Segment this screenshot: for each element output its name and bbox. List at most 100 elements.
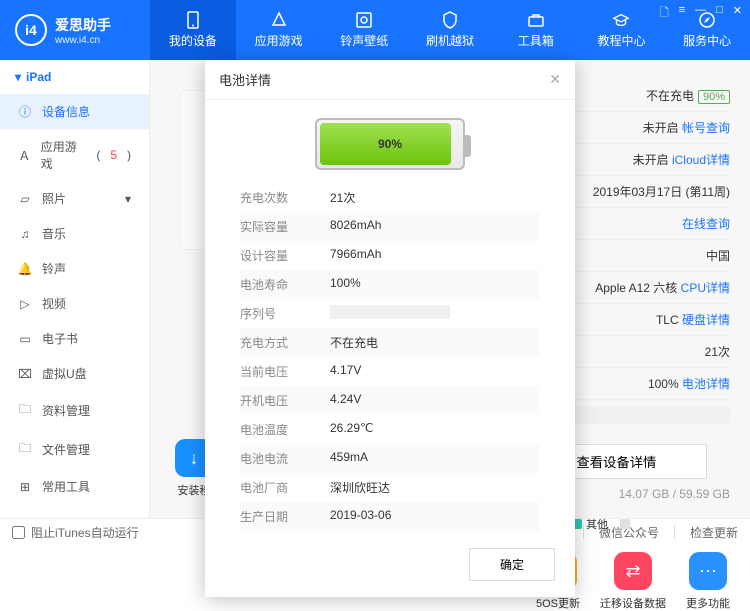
nav-tab-tutorials[interactable]: 教程中心 [579, 0, 665, 60]
minimize-icon[interactable]: — [695, 4, 706, 23]
param-label: 设计容量 [240, 247, 330, 264]
close-icon[interactable]: ✕ [549, 71, 561, 88]
shield-icon [441, 11, 459, 29]
param-value: 8026mAh [330, 218, 381, 235]
sidebar-item-ebooks[interactable]: ▭电子书 [0, 321, 149, 356]
param-row: 充电方式不在充电 [240, 328, 540, 357]
logo-area: i4 爱思助手 www.i4.cn [0, 14, 150, 46]
cpu-link[interactable]: CPU详情 [681, 281, 730, 295]
close-icon[interactable]: ✕ [733, 4, 742, 23]
more-icon: ⋯ [689, 552, 727, 590]
param-label: 实际容量 [240, 218, 330, 235]
param-label: 电池电流 [240, 450, 330, 467]
sidebar-item-data[interactable]: 🗀资料管理 [0, 391, 149, 430]
param-row: 生产日期2019-03-06 [240, 502, 540, 531]
nav-label: 服务中心 [683, 32, 731, 49]
transfer-icon: ⇄ [614, 552, 652, 590]
sidebar-item-tools[interactable]: ⊞常用工具 [0, 469, 149, 504]
param-value: 深圳欣旺达 [330, 479, 390, 496]
nav-tab-my-device[interactable]: 我的设备 [150, 0, 236, 60]
sidebar-item-udisk[interactable]: ⌧虚拟U盘 [0, 356, 149, 391]
usb-icon: ⌧ [18, 367, 32, 381]
param-row: 充电次数21次 [240, 183, 540, 212]
video-icon: ▷ [18, 297, 32, 311]
nav-tab-flash[interactable]: 刷机越狱 [407, 0, 493, 60]
nav-tab-apps[interactable]: 应用游戏 [236, 0, 322, 60]
files-icon: 🗀 [18, 439, 32, 460]
param-row: 开机电压4.24V [240, 386, 540, 415]
music-icon: ♫ [18, 227, 32, 241]
sidebar-item-videos[interactable]: ▷视频 [0, 286, 149, 321]
action-more[interactable]: ⋯更多功能 [686, 552, 730, 611]
maximize-icon[interactable]: □ [716, 4, 723, 23]
legend-swatch [620, 519, 630, 529]
param-row: 电池厂商深圳欣旺达 [240, 473, 540, 502]
chevron-down-icon: ▾ [125, 192, 131, 206]
battery-detail-modal: 电池详情 ✕ 90% 充电次数21次实际容量8026mAh设计容量7966mAh… [205, 60, 575, 597]
sidebar: ▾ iPad ⓘ设备信息 Ａ应用游戏(5) ▱照片▾ ♫音乐 🔔铃声 ▷视频 ▭… [0, 60, 150, 518]
hamburger-icon[interactable]: ≡ [679, 4, 685, 23]
param-label: 序列号 [240, 305, 330, 322]
menu-icon[interactable]: 🗋 [660, 4, 669, 23]
param-row: 电池寿命100% [240, 270, 540, 299]
account-lookup-link[interactable]: 帐号查询 [682, 121, 730, 135]
modal-title: 电池详情 [219, 70, 271, 89]
grid-icon: ⊞ [18, 480, 32, 494]
param-row: 当前电压4.17V [240, 357, 540, 386]
param-value: 4.24V [330, 392, 361, 409]
nav-tab-ringtones[interactable]: 铃声壁纸 [321, 0, 407, 60]
brand-url: www.i4.cn [55, 35, 111, 46]
brand-title: 爱思助手 [55, 15, 111, 35]
param-row: 电池电流459mA [240, 444, 540, 473]
nav-label: 工具箱 [518, 32, 554, 49]
param-label: 开机电压 [240, 392, 330, 409]
battery-badge: 90% [698, 90, 730, 104]
param-row: 序列号 [240, 299, 540, 328]
apps-icon [270, 11, 288, 29]
param-label: 电池温度 [240, 421, 330, 438]
photo-icon: ▱ [18, 192, 32, 206]
device-icon [184, 11, 202, 29]
param-value: 100% [330, 276, 361, 293]
wallpaper-icon [355, 11, 373, 29]
badge: 5 [110, 148, 117, 162]
warranty-link[interactable]: 在线查询 [682, 215, 730, 232]
app-icon: Ａ [18, 147, 31, 164]
battery-visual: 90% [205, 100, 575, 178]
nav-label: 铃声壁纸 [340, 32, 388, 49]
battery-percent: 90% [317, 120, 463, 168]
sidebar-item-ringtones[interactable]: 🔔铃声 [0, 251, 149, 286]
param-value: 7966mAh [330, 247, 381, 264]
nav-tab-toolbox[interactable]: 工具箱 [493, 0, 579, 60]
info-icon: ⓘ [18, 103, 32, 120]
chevron-down-icon: ▾ [15, 70, 21, 84]
disk-link[interactable]: 硬盘详情 [682, 313, 730, 327]
param-label: 生产日期 [240, 508, 330, 525]
device-selector[interactable]: ▾ iPad [0, 60, 149, 94]
sidebar-item-photos[interactable]: ▱照片▾ [0, 181, 149, 216]
sidebar-item-device-info[interactable]: ⓘ设备信息 [0, 94, 149, 129]
prevent-itunes-checkbox[interactable] [12, 526, 25, 539]
folder-icon: 🗀 [18, 400, 32, 421]
graduation-icon [612, 11, 630, 29]
param-label: 电池寿命 [240, 276, 330, 293]
toolbox-icon [527, 11, 545, 29]
app-header: i4 爱思助手 www.i4.cn 我的设备 应用游戏 铃声壁纸 刷机越狱 工具… [0, 0, 750, 60]
logo-icon: i4 [15, 14, 47, 46]
nav-label: 教程中心 [597, 32, 645, 49]
param-label: 当前电压 [240, 363, 330, 380]
nav-label: 应用游戏 [255, 32, 303, 49]
icloud-link[interactable]: iCloud详情 [672, 153, 730, 167]
param-value: 4.17V [330, 363, 361, 380]
sidebar-item-apps[interactable]: Ａ应用游戏(5) [0, 129, 149, 181]
sidebar-item-music[interactable]: ♫音乐 [0, 216, 149, 251]
battery-link[interactable]: 电池详情 [682, 377, 730, 391]
sidebar-item-files[interactable]: 🗀文件管理 [0, 430, 149, 469]
window-controls: 🗋 ≡ — □ ✕ [660, 4, 742, 23]
nav-label: 我的设备 [169, 32, 217, 49]
param-label: 电池厂商 [240, 479, 330, 496]
param-value: 459mA [330, 450, 368, 467]
action-migrate[interactable]: ⇄迁移设备数据 [600, 552, 666, 611]
param-value: 2019-03-06 [330, 508, 391, 525]
ok-button[interactable]: 确定 [469, 548, 555, 581]
